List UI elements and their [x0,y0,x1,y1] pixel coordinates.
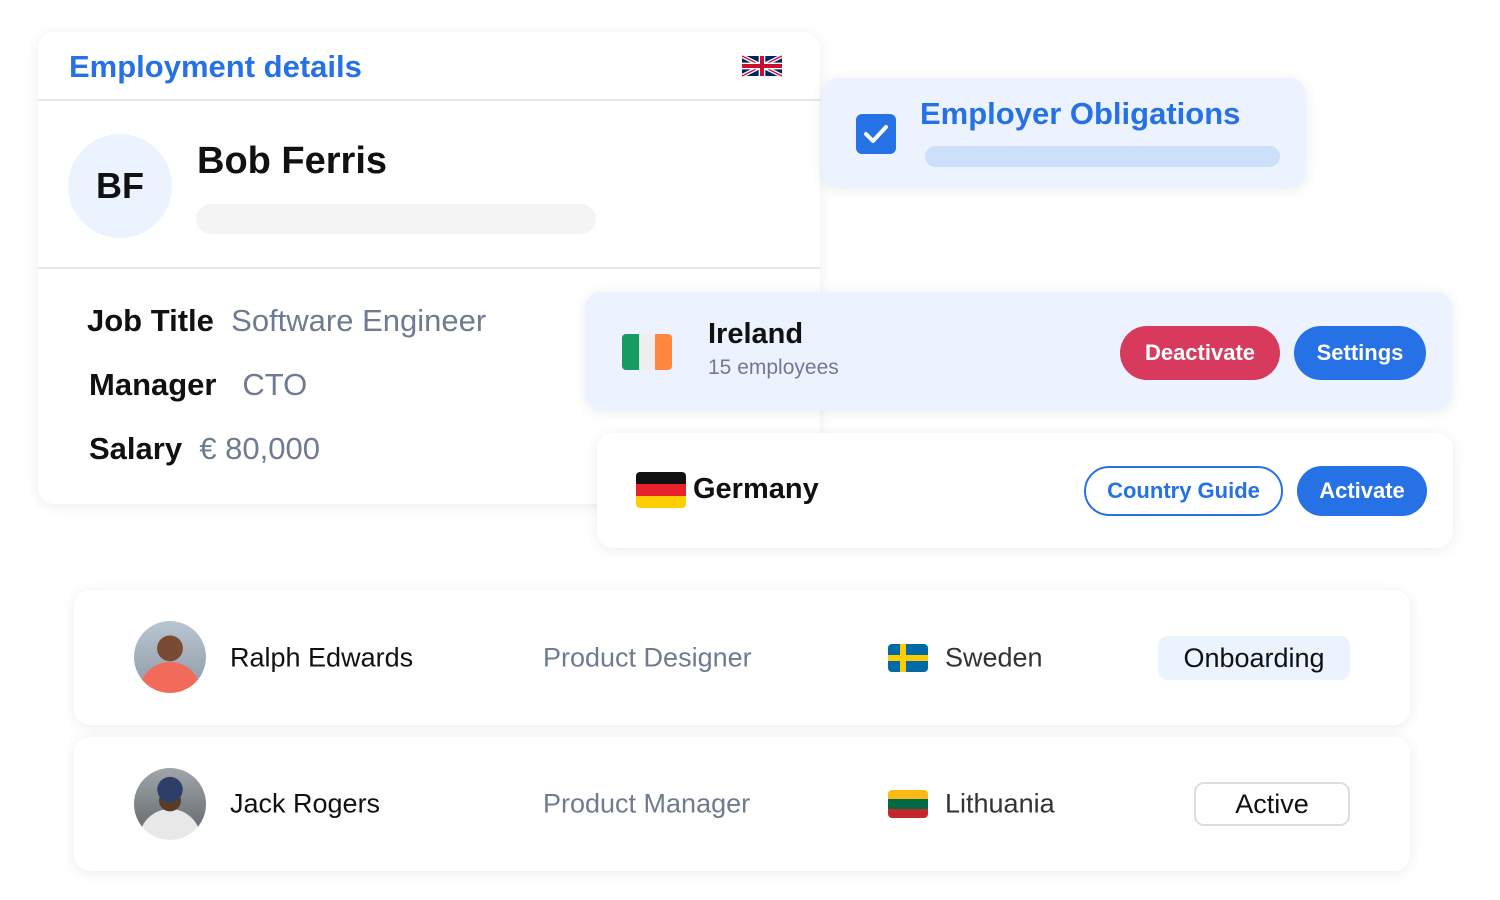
avatar-photo [134,768,206,840]
uk-flag-icon [742,54,782,78]
employee-role: Product Designer [543,642,752,672]
checkbox[interactable] [856,114,896,154]
field-value: CTO [242,367,308,402]
employee-country: Lithuania [945,788,1055,819]
status-badge: Active [1194,782,1350,826]
employee-row[interactable]: Jack Rogers Product Manager Lithuania Ac… [74,737,1410,871]
lithuania-flag-icon [888,790,928,818]
country-name: Germany [693,473,819,505]
field-job-title: Job Title Software Engineer [87,303,486,339]
progress-bar [925,146,1280,167]
obligations-title: Employer Obligations [920,96,1241,131]
field-salary: Salary € 80,000 [89,431,320,467]
country-card-germany: Germany Country Guide Activate [597,433,1453,548]
activate-button[interactable]: Activate [1297,466,1427,516]
field-label: Salary [89,431,183,466]
divider [38,267,820,269]
country-name: Ireland [708,318,804,350]
placeholder-bar [196,204,596,234]
germany-flag-icon [636,472,686,508]
country-card-ireland: Ireland 15 employees Deactivate Settings [585,292,1452,410]
employee-role: Product Manager [543,788,751,819]
card-title: Employment details [69,49,362,84]
settings-button[interactable]: Settings [1294,326,1426,380]
status-badge: Onboarding [1158,636,1350,680]
avatar: BF [68,134,172,238]
employee-name: Bob Ferris [197,140,388,182]
field-label: Manager [89,367,217,402]
checkmark-icon [864,125,888,143]
employee-count: 15 employees [708,356,839,379]
employee-name: Ralph Edwards [230,642,414,672]
field-label: Job Title [87,303,214,338]
employer-obligations-card: Employer Obligations [822,78,1306,188]
field-manager: Manager CTO [89,367,307,403]
sweden-flag-icon [888,644,928,672]
divider [38,99,820,101]
employee-name: Jack Rogers [230,788,381,819]
field-value: Software Engineer [231,303,487,338]
deactivate-button[interactable]: Deactivate [1120,326,1280,380]
employee-country: Sweden [945,642,1043,672]
avatar-photo [134,621,206,693]
country-guide-button[interactable]: Country Guide [1084,466,1283,516]
field-value: € 80,000 [199,431,320,466]
ireland-flag-icon [622,334,672,370]
employee-row[interactable]: Ralph Edwards Product Designer Sweden On… [74,590,1410,725]
